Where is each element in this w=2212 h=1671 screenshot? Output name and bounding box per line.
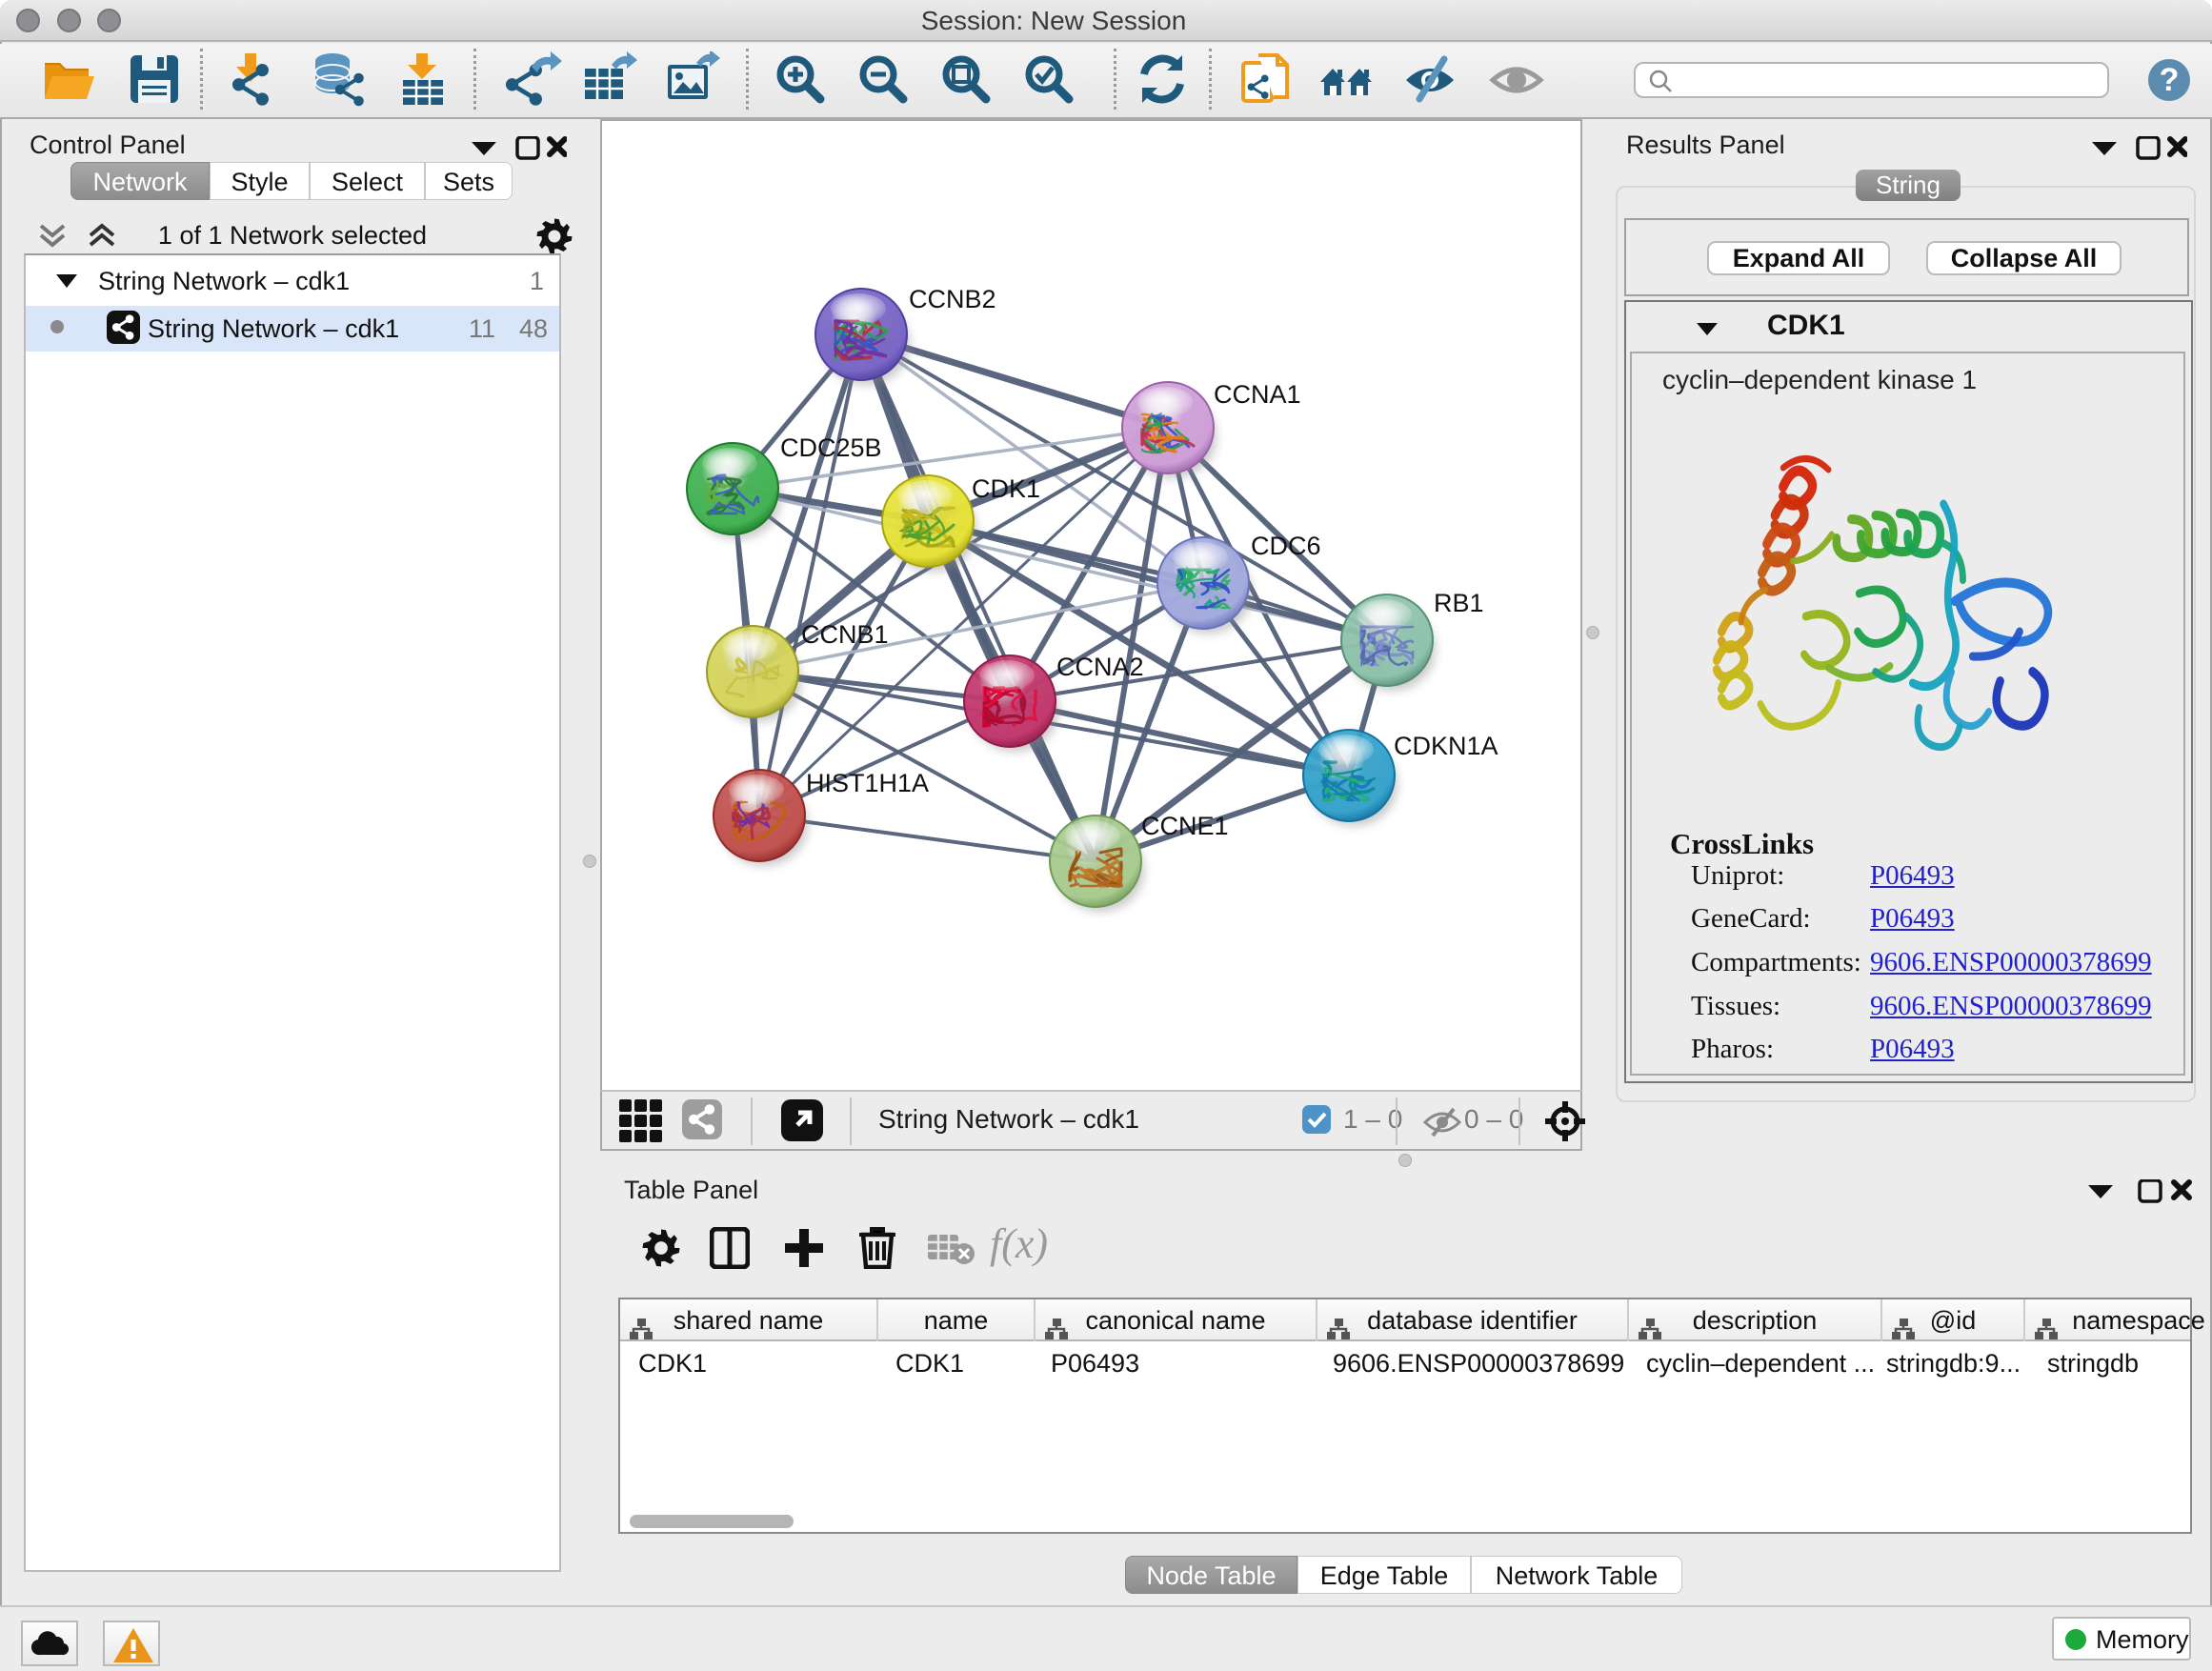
svg-text:HIST1H1A: HIST1H1A bbox=[806, 769, 929, 797]
svg-text:CDC6: CDC6 bbox=[1251, 532, 1321, 560]
svg-text:CCNB1: CCNB1 bbox=[801, 620, 889, 649]
svg-text:CCNA1: CCNA1 bbox=[1214, 380, 1301, 409]
svg-text:CCNB2: CCNB2 bbox=[909, 285, 996, 313]
svg-text:CDC25B: CDC25B bbox=[780, 433, 882, 462]
svg-text:CCNE1: CCNE1 bbox=[1141, 812, 1229, 840]
svg-text:CDK1: CDK1 bbox=[972, 474, 1040, 503]
svg-text:RB1: RB1 bbox=[1434, 589, 1484, 617]
svg-text:CCNA2: CCNA2 bbox=[1056, 653, 1144, 681]
svg-text:CDKN1A: CDKN1A bbox=[1394, 732, 1498, 760]
